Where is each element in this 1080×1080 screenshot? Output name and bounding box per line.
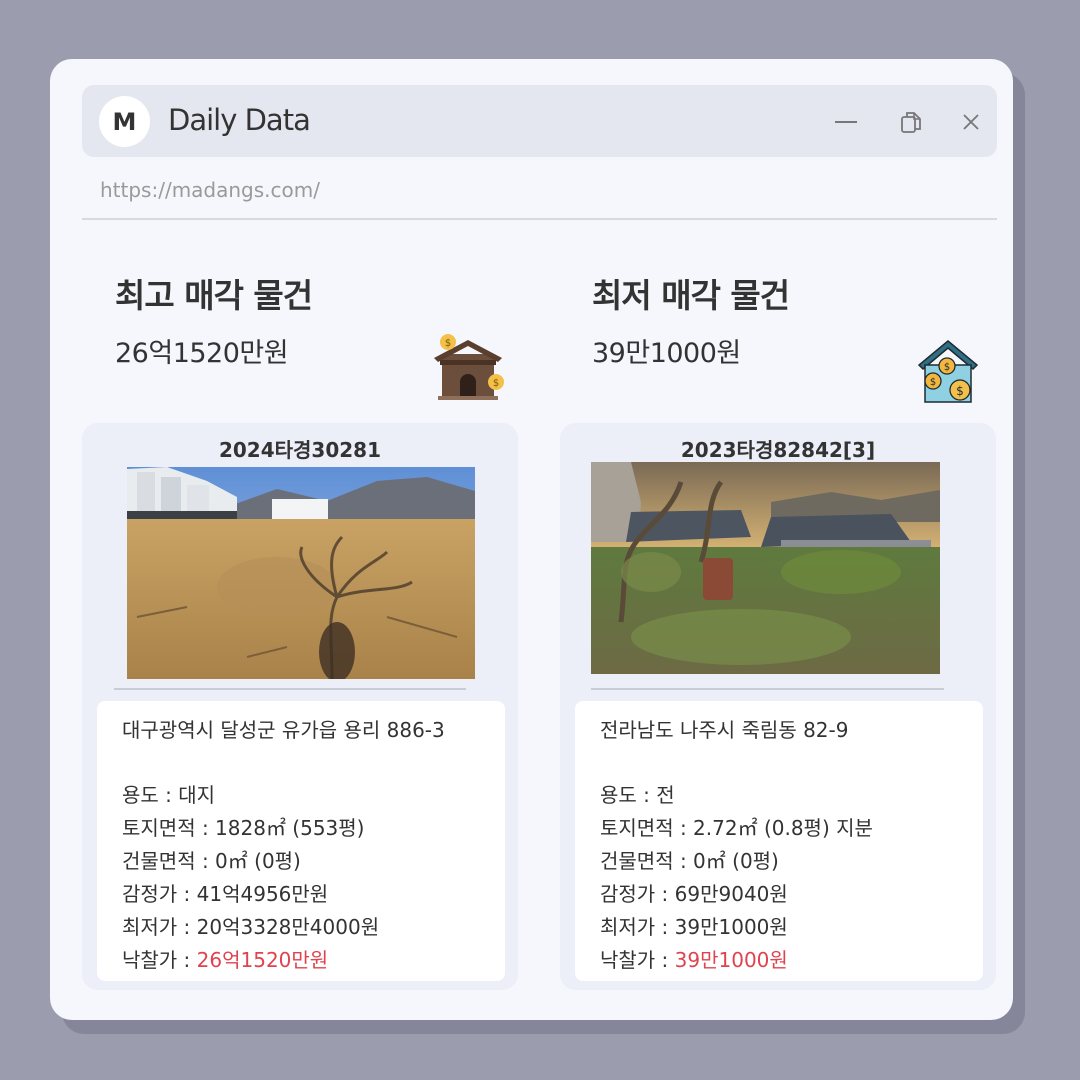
app-window: M Daily Data https://madangs.com/ 최고 매각 … — [50, 59, 1013, 1020]
close-button[interactable] — [954, 105, 988, 139]
house-coins-icon: $ $ $ — [917, 340, 979, 403]
lowest-property-photo — [591, 462, 940, 674]
highest-winning-value: 26억1520만원 — [196, 948, 329, 972]
lowest-card[interactable]: 2023타경82842[3] 전라남도 나주시 죽림동 82-9 용도: 전 … — [560, 423, 996, 990]
minimize-button[interactable] — [829, 105, 863, 139]
lowest-minimum: 최저가 : 39만1000원 — [600, 915, 788, 939]
minimize-icon — [835, 121, 857, 123]
highest-usage: 용도 : 대지 — [122, 783, 216, 807]
lowest-summary: 최저 매각 물건 39만1000원 — [592, 269, 790, 370]
highest-building-area: 건물면적 : 0㎡ (0평) — [122, 849, 301, 873]
lowest-card-divider — [591, 688, 944, 690]
app-title: Daily Data — [168, 103, 311, 137]
highest-card[interactable]: 2024타경30281 대구광역시 달성군 유가읍 용리 886-3 용도: … — [82, 423, 518, 990]
lowest-winning-value: 39만1000원 — [674, 948, 788, 972]
svg-text:$: $ — [445, 338, 451, 349]
svg-text:$: $ — [930, 377, 936, 388]
highest-info-panel: 대구광역시 달성군 유가읍 용리 886-3 용도 : 대지 토지면적 : 18… — [97, 701, 505, 981]
highest-land-area: 토지면적 : 1828㎡ (553평) — [122, 816, 365, 840]
highest-price: 26억1520만원 — [115, 338, 289, 369]
lowest-appraisal: 감정가 : 69만9040원 — [600, 882, 788, 906]
highest-heading: 최고 매각 물건 — [115, 276, 313, 315]
header-divider — [82, 218, 997, 220]
highest-property-photo — [127, 467, 475, 679]
highest-winning-bid: 낙찰가 : 26억1520만원 — [122, 945, 379, 978]
lowest-price: 39만1000원 — [592, 338, 741, 369]
title-bar: M Daily Data — [82, 85, 997, 157]
app-logo: M — [99, 96, 150, 147]
lowest-land-area: 토지면적 : 2.72㎡ (0.8평) 지분 — [600, 816, 873, 840]
highest-summary: 최고 매각 물건 26억1520만원 — [115, 269, 313, 370]
url-text[interactable]: https://madangs.com/ — [100, 178, 320, 202]
lowest-usage: 용도 : 전 — [600, 783, 675, 807]
highest-minimum: 최저가 : 20억3328만4000원 — [122, 915, 380, 939]
lowest-heading: 최저 매각 물건 — [592, 276, 790, 315]
lowest-info-panel: 전라남도 나주시 죽림동 82-9 용도 : 전 토지면적 : 2.72㎡ (0… — [575, 701, 983, 981]
lowest-address: 전라남도 나주시 죽림동 82-9 — [600, 718, 849, 742]
highest-winning-label: 낙찰가 : — [122, 948, 197, 972]
highest-appraisal: 감정가 : 41억4956만원 — [122, 882, 329, 906]
lowest-winning-bid: 낙찰가 : 39만1000원 — [600, 945, 873, 978]
highest-address: 대구광역시 달성군 유가읍 용리 886-3 — [122, 718, 445, 742]
lowest-details: 용도 : 전 토지면적 : 2.72㎡ (0.8평) 지분 건물면적 : 0㎡ … — [600, 780, 873, 978]
house-money-icon: $ $ — [434, 334, 504, 400]
highest-card-divider — [114, 688, 466, 690]
lowest-building-area: 건물면적 : 0㎡ (0평) — [600, 849, 779, 873]
svg-text:$: $ — [956, 384, 964, 398]
svg-text:$: $ — [944, 362, 950, 373]
svg-text:$: $ — [493, 378, 499, 389]
close-icon — [963, 114, 979, 130]
highest-details: 용도 : 대지 토지면적 : 1828㎡ (553평) 건물면적 : 0㎡ (0… — [122, 780, 379, 978]
lowest-winning-label: 낙찰가 : — [600, 948, 675, 972]
copy-icon — [901, 112, 921, 133]
lowest-case-number: 2023타경82842[3] — [680, 438, 876, 462]
highest-case-number: 2024타경30281 — [218, 438, 382, 462]
restore-button[interactable] — [894, 105, 928, 139]
